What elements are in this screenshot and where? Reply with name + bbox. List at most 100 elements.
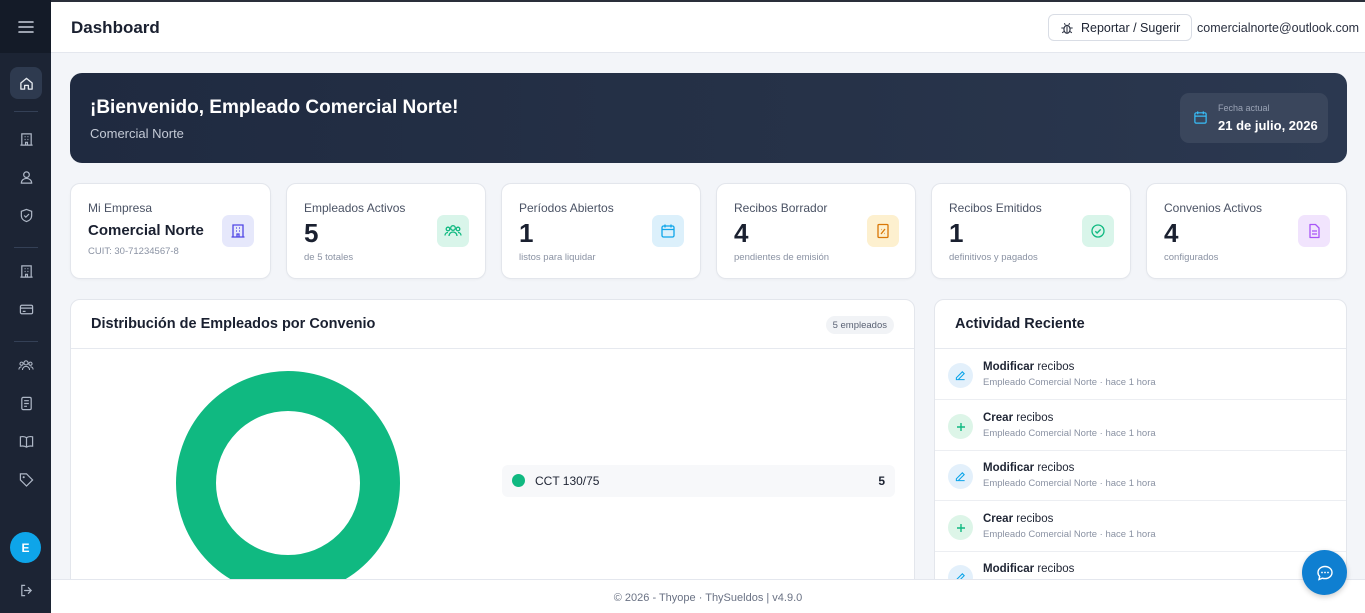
sidebar-divider xyxy=(14,341,38,342)
plus-icon xyxy=(956,523,965,532)
activity-meta: Empleado Comercial Norte · hace 1 hora xyxy=(983,377,1156,388)
users-icon xyxy=(20,170,32,184)
activity-item[interactable]: Modificar recibos Empleado Comercial Nor… xyxy=(935,350,1346,400)
receipt-icon xyxy=(877,223,889,239)
stat-card-draft-receipts[interactable]: Recibos Borrador 4 pendientes de emisión xyxy=(716,183,916,279)
footer-text: © 2026 - Thyope · ThySueldos | v4.9.0 xyxy=(613,592,803,604)
welcome-banner: ¡Bienvenido, Empleado Comercial Norte! C… xyxy=(70,73,1347,163)
sidebar: E xyxy=(0,0,51,613)
activity-text: Crear recibos xyxy=(983,513,1053,525)
stat-card-open-periods[interactable]: Períodos Abiertos 1 listos para liquidar xyxy=(501,183,701,279)
sidebar-item-home[interactable] xyxy=(10,67,42,99)
edit-icon xyxy=(955,472,965,482)
building-icon xyxy=(19,264,33,278)
check-circle-icon xyxy=(1091,224,1105,238)
stat-sub: configurados xyxy=(1164,252,1219,263)
credit-card-icon xyxy=(19,304,33,314)
activity-text: Modificar recibos xyxy=(983,361,1074,373)
legend-item[interactable]: CCT 130/75 5 xyxy=(502,465,895,497)
donut-chart xyxy=(176,371,400,595)
sidebar-item-companies[interactable] xyxy=(10,255,42,287)
chat-icon xyxy=(1316,565,1333,581)
activity-text: Modificar recibos xyxy=(983,462,1074,474)
logout-button[interactable] xyxy=(10,574,42,606)
stat-label: Recibos Borrador xyxy=(734,201,828,215)
team-icon xyxy=(18,359,34,370)
stat-value: 5 xyxy=(304,218,319,248)
stat-icon-box xyxy=(1298,215,1330,247)
stat-icon-box xyxy=(652,215,684,247)
activity-meta: Empleado Comercial Norte · hace 1 hora xyxy=(983,428,1156,439)
sidebar-item-users[interactable] xyxy=(10,161,42,193)
page-scrollbar[interactable] xyxy=(1357,53,1365,579)
calendar-icon xyxy=(1194,111,1207,124)
distribution-title: Distribución de Empleados por Convenio xyxy=(91,316,376,332)
report-suggest-label: Reportar / Sugerir xyxy=(1081,20,1181,35)
stat-icon-box xyxy=(437,215,469,247)
home-icon xyxy=(19,77,33,90)
stat-value: Comercial Norte xyxy=(88,222,204,239)
activity-meta: Empleado Comercial Norte · hace 1 hora xyxy=(983,529,1156,540)
footer: © 2026 - Thyope · ThySueldos | v4.9.0 xyxy=(51,579,1365,613)
activity-object: recibos xyxy=(1037,563,1075,575)
menu-toggle-button[interactable] xyxy=(0,0,51,53)
stat-card-issued-receipts[interactable]: Recibos Emitidos 1 definitivos y pagados xyxy=(931,183,1131,279)
sidebar-item-conventions[interactable] xyxy=(10,425,42,457)
activity-meta: Empleado Comercial Norte · hace 1 hora xyxy=(983,478,1156,489)
stat-icon-box xyxy=(867,215,899,247)
activity-item[interactable]: Modificar recibos Empleado Comercial Nor… xyxy=(935,451,1346,501)
activity-icon-box xyxy=(948,464,973,489)
logout-icon xyxy=(20,584,32,596)
stat-card-company[interactable]: Mi Empresa Comercial Norte CUIT: 30-7123… xyxy=(70,183,271,279)
activity-icon-box xyxy=(948,363,973,388)
user-email[interactable]: comercialnorte@outlook.com xyxy=(1197,21,1359,35)
stat-sub: CUIT: 30-71234567-8 xyxy=(88,246,179,257)
stat-label: Mi Empresa xyxy=(88,201,153,215)
activity-action: Modificar xyxy=(983,462,1035,474)
sidebar-item-employees[interactable] xyxy=(10,349,42,381)
stat-icon-box xyxy=(222,215,254,247)
sidebar-item-receipts[interactable] xyxy=(10,387,42,419)
user-avatar[interactable]: E xyxy=(10,532,41,563)
shield-icon xyxy=(20,208,32,222)
date-label: Fecha actual xyxy=(1218,103,1270,113)
stat-value: 1 xyxy=(949,218,964,248)
sidebar-item-security[interactable] xyxy=(10,199,42,231)
stat-label: Recibos Emitidos xyxy=(949,201,1042,215)
page-title: Dashboard xyxy=(71,18,160,37)
stat-card-active-conventions[interactable]: Convenios Activos 4 configurados xyxy=(1146,183,1347,279)
users-icon xyxy=(444,225,462,237)
activity-text: Crear recibos xyxy=(983,412,1053,424)
top-header: Dashboard Reportar / Sugerir comercialno… xyxy=(51,0,1365,53)
plus-icon xyxy=(956,422,965,431)
bug-icon xyxy=(1061,22,1073,34)
edit-icon xyxy=(955,371,965,381)
stat-icon-box xyxy=(1082,215,1114,247)
sidebar-divider xyxy=(14,247,38,248)
activity-header: Actividad Reciente xyxy=(935,300,1346,349)
welcome-company: Comercial Norte xyxy=(90,126,184,141)
legend-label: CCT 130/75 xyxy=(535,474,600,488)
welcome-heading: ¡Bienvenido, Empleado Comercial Norte! xyxy=(90,97,459,118)
stat-card-active-employees[interactable]: Empleados Activos 5 de 5 totales xyxy=(286,183,486,279)
activity-item[interactable]: Crear recibos Empleado Comercial Norte ·… xyxy=(935,401,1346,451)
stat-label: Empleados Activos xyxy=(304,201,406,215)
stat-label: Períodos Abiertos xyxy=(519,201,614,215)
distribution-header: Distribución de Empleados por Convenio 5… xyxy=(71,300,914,349)
stat-value: 1 xyxy=(519,218,534,248)
sidebar-item-payments[interactable] xyxy=(10,293,42,325)
chat-button[interactable] xyxy=(1302,550,1347,595)
stat-sub: de 5 totales xyxy=(304,252,354,263)
building-icon xyxy=(231,224,245,238)
sidebar-item-company[interactable] xyxy=(10,123,42,155)
activity-item[interactable]: Crear recibos Empleado Comercial Norte ·… xyxy=(935,502,1346,552)
distribution-panel: Distribución de Empleados por Convenio 5… xyxy=(70,299,915,599)
legend-count: 5 xyxy=(878,474,885,488)
activity-text: Modificar recibos xyxy=(983,563,1074,575)
stat-sub: listos para liquidar xyxy=(519,252,596,263)
report-suggest-button[interactable]: Reportar / Sugerir xyxy=(1048,14,1193,41)
sidebar-item-concepts[interactable] xyxy=(10,463,42,495)
activity-object: recibos xyxy=(1016,412,1054,424)
activity-icon-box xyxy=(948,414,973,439)
donut-slice-cct-130-75[interactable] xyxy=(176,371,400,595)
